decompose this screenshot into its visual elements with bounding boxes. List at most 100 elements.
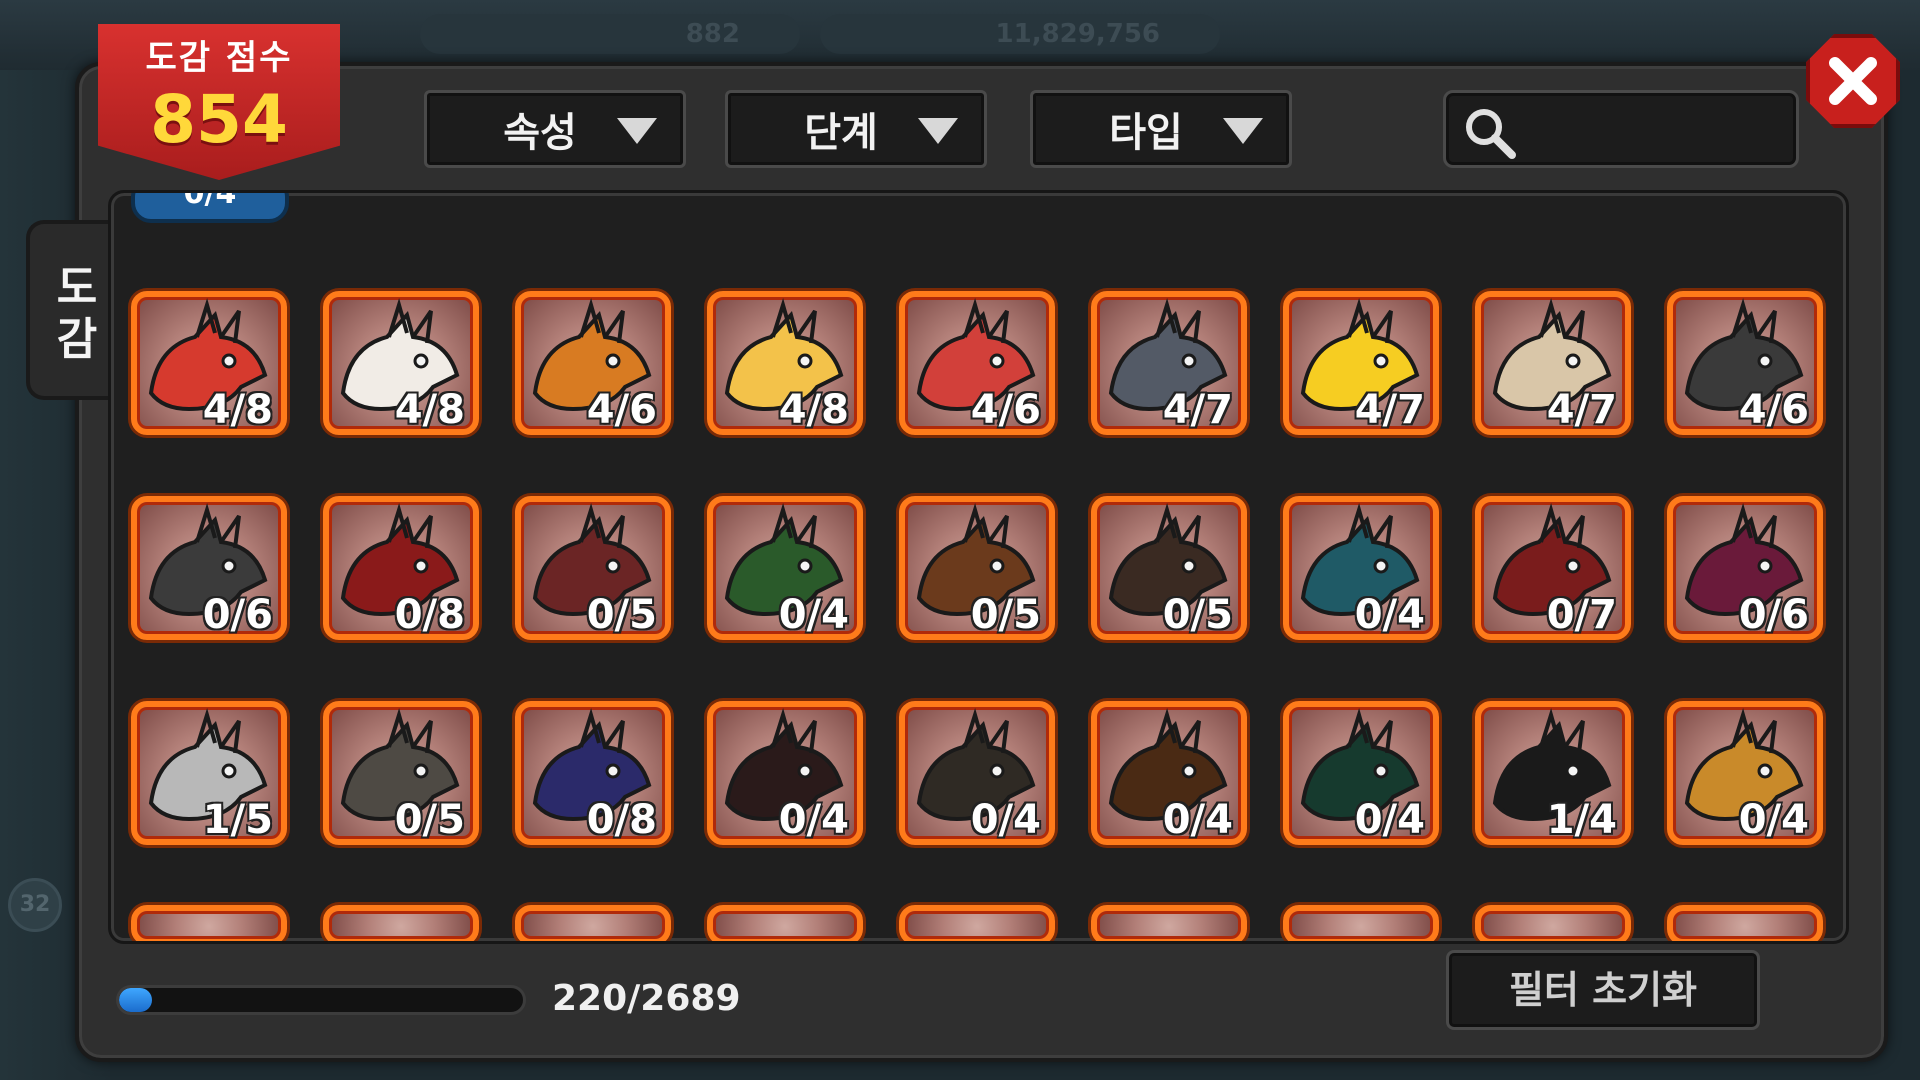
creature-eye	[797, 353, 813, 369]
filter-attribute-label: 속성	[503, 110, 577, 156]
creature-eye	[1757, 558, 1773, 574]
creature-card-partial[interactable]	[1283, 905, 1439, 941]
close-icon	[1829, 57, 1877, 105]
creature-card-white-dragon[interactable]: 4/8	[323, 291, 479, 435]
creature-count: 0/8	[394, 592, 465, 638]
creature-count: 0/4	[1162, 797, 1233, 843]
creature-count: 4/6	[970, 387, 1041, 433]
creature-eye	[413, 353, 429, 369]
dropdown-arrow-icon	[1223, 118, 1263, 144]
creature-count: 4/6	[586, 387, 657, 433]
creature-eye	[1181, 558, 1197, 574]
creature-count: 0/5	[1162, 592, 1233, 638]
creature-count: 4/8	[394, 387, 465, 433]
creature-card-dark-spiked-dragon[interactable]: 4/7	[1091, 291, 1247, 435]
filter-type-dropdown[interactable]: 타입	[1030, 90, 1292, 168]
creature-count: 0/4	[1354, 592, 1425, 638]
filter-type-label: 타입	[1109, 110, 1183, 156]
creature-card-shadow-dragon[interactable]: 4/6	[1667, 291, 1823, 435]
creature-card-brown-dragon[interactable]: 0/5	[899, 496, 1055, 640]
creature-card-dark-brown-dragon[interactable]: 0/4	[899, 701, 1055, 845]
creature-card-green-black-dragon[interactable]: 0/4	[707, 496, 863, 640]
creature-eye	[1757, 353, 1773, 369]
creature-card-yellow-serpent[interactable]: 4/7	[1283, 291, 1439, 435]
creature-card-crimson-dragon[interactable]: 4/6	[899, 291, 1055, 435]
currency-pill-gold: 11,829,756	[820, 14, 1220, 54]
creature-card-porcupine-beast[interactable]: 4/7	[1475, 291, 1631, 435]
creature-eye	[221, 558, 237, 574]
creature-count: 0/4	[778, 592, 849, 638]
creature-card-orange-dragon[interactable]: 4/6	[515, 291, 671, 435]
creature-eye	[1757, 763, 1773, 779]
creature-card-partial[interactable]	[707, 905, 863, 941]
creature-eye	[989, 558, 1005, 574]
creature-count: 0/5	[586, 592, 657, 638]
creature-count: 0/5	[394, 797, 465, 843]
creature-eye	[1373, 353, 1389, 369]
creature-card-emerald-dragon[interactable]: 0/4	[1283, 701, 1439, 845]
creature-count: 0/4	[970, 797, 1041, 843]
creature-card-teal-dragon[interactable]: 0/4	[1283, 496, 1439, 640]
dropdown-arrow-icon	[617, 118, 657, 144]
creature-count: 0/6	[1738, 592, 1809, 638]
creature-card-partial[interactable]	[1091, 905, 1247, 941]
creature-card-partial[interactable]	[899, 905, 1055, 941]
creature-count: 1/5	[202, 797, 273, 843]
creature-card-lava-egg[interactable]: 1/4	[1475, 701, 1631, 845]
creature-eye	[413, 558, 429, 574]
creature-card-red-bull-dragon[interactable]: 0/7	[1475, 496, 1631, 640]
creature-card-partial[interactable]	[131, 905, 287, 941]
creature-card-golden-spiky-dragon[interactable]: 0/4	[1667, 701, 1823, 845]
creature-count: 4/8	[778, 387, 849, 433]
creature-eye	[989, 763, 1005, 779]
collection-progress-fill	[119, 988, 153, 1012]
creature-card-partial[interactable]	[323, 905, 479, 941]
creature-count: 0/4	[1354, 797, 1425, 843]
creature-card-partial[interactable]	[1667, 905, 1823, 941]
creature-card-gray-dragon[interactable]: 0/5	[323, 701, 479, 845]
level-badge: 32	[8, 878, 62, 932]
creature-count: 1/4	[1546, 797, 1617, 843]
creature-card-purple-dragon[interactable]: 0/8	[515, 701, 671, 845]
creature-eye	[1181, 763, 1197, 779]
search-icon	[1466, 109, 1516, 159]
filter-stage-dropdown[interactable]: 단계	[725, 90, 987, 168]
dropdown-arrow-icon	[918, 118, 958, 144]
creature-eye	[605, 353, 621, 369]
collection-score-value: 854	[150, 81, 288, 158]
filter-attribute-dropdown[interactable]: 속성	[424, 90, 686, 168]
collection-progress-bar	[116, 985, 526, 1015]
collection-progress-text: 220/2689	[552, 978, 741, 1019]
reset-filter-button[interactable]: 필터 초기화	[1446, 950, 1760, 1030]
creature-card-bomb-egg[interactable]: 1/5	[131, 701, 287, 845]
creature-count: 0/5	[970, 592, 1041, 638]
creature-count: 0/8	[586, 797, 657, 843]
creature-count: 4/7	[1354, 387, 1425, 433]
creature-card-black-stone-dragon[interactable]: 0/5	[1091, 496, 1247, 640]
creature-card-partial[interactable]	[515, 905, 671, 941]
creature-card-partial[interactable]	[1475, 905, 1631, 941]
creature-card-fire-dragon[interactable]: 4/8	[707, 291, 863, 435]
creature-card-magenta-dragon[interactable]: 0/6	[1667, 496, 1823, 640]
creature-eye	[221, 353, 237, 369]
creature-count: 0/7	[1546, 592, 1617, 638]
creature-eye	[1373, 558, 1389, 574]
partial-progress-badge: 0/4	[131, 193, 289, 223]
creature-eye	[797, 763, 813, 779]
creature-count: 0/6	[202, 592, 273, 638]
creature-card-red-horned-dragon[interactable]: 0/5	[515, 496, 671, 640]
creature-eye	[221, 763, 237, 779]
creature-eye	[1181, 353, 1197, 369]
creature-card-red-dragon[interactable]: 4/8	[131, 291, 287, 435]
creature-card-red-black-beast[interactable]: 0/4	[707, 701, 863, 845]
collection-grid[interactable]: 0/4 4/8 4/8 4/6 4/8 4/6 4/7 4/7 4/7 4/6 0/6 0/8 0/5…	[108, 190, 1849, 944]
creature-card-lava-dragon[interactable]: 0/4	[1091, 701, 1247, 845]
creature-count: 4/8	[202, 387, 273, 433]
creature-card-gray-dragon-silhouette[interactable]: 0/6	[131, 496, 287, 640]
creature-eye	[1373, 763, 1389, 779]
search-input[interactable]	[1443, 90, 1799, 168]
creature-eye	[1565, 558, 1581, 574]
creature-count: 4/7	[1546, 387, 1617, 433]
creature-card-red-black-dragon[interactable]: 0/8	[323, 496, 479, 640]
creature-count: 0/4	[778, 797, 849, 843]
